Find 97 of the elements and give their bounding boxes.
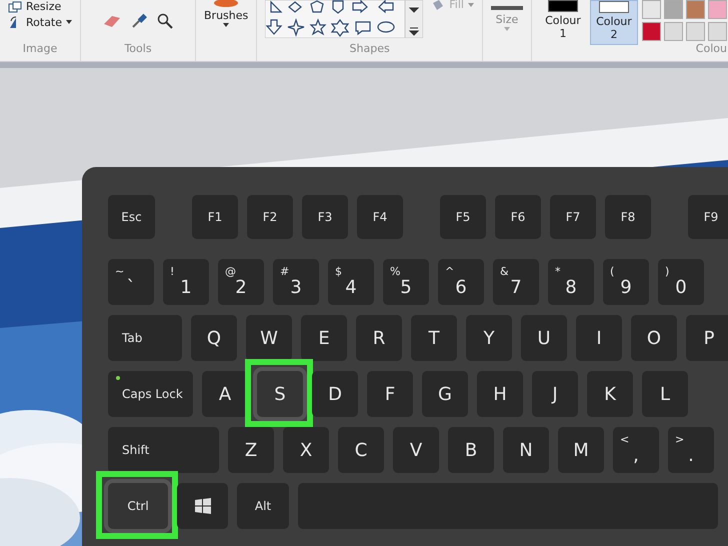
shapes-gallery[interactable] (265, 0, 424, 38)
shift-symbol: & (500, 266, 509, 278)
keyboard-key: T (411, 315, 457, 361)
keyboard-key: V (393, 427, 439, 473)
keyboard-key: A (202, 371, 248, 417)
keyboard-key: F1 (192, 195, 238, 239)
colour-swatch[interactable] (708, 22, 727, 41)
key-label: 7 (510, 278, 522, 298)
keyboard-key: J (532, 371, 578, 417)
keyboard-key: N (503, 427, 549, 473)
indicator-light-icon (116, 376, 120, 380)
keyboard-key: F9 (688, 195, 728, 239)
key-label: , (633, 446, 639, 466)
colour-swatch[interactable] (642, 0, 661, 19)
keyboard-key: F8 (605, 195, 651, 239)
colour-swatch[interactable] (664, 22, 683, 41)
keyboard-key: F5 (440, 195, 486, 239)
shift-symbol: ~ (115, 266, 124, 278)
key-label: 8 (565, 278, 577, 298)
keyboard-key: F4 (357, 195, 403, 239)
keyboard-key: U (521, 315, 567, 361)
key-label: 9 (620, 278, 632, 298)
key-label: 0 (675, 278, 687, 298)
shift-symbol: ! (170, 266, 174, 278)
key-label: Alt (254, 499, 272, 513)
shift-symbol: ) (665, 266, 670, 278)
shift-symbol: ( (610, 266, 614, 278)
group-label: Colou (694, 42, 727, 57)
keyboard-key: W (246, 315, 292, 361)
key-label: 4 (345, 278, 357, 298)
keyboard-key: E (301, 315, 347, 361)
key-label: Caps Lock (122, 387, 183, 401)
keyboard-key: F3 (302, 195, 348, 239)
keyboard-key: D (312, 371, 358, 417)
keyboard-key: C (338, 427, 384, 473)
key-label: . (688, 446, 694, 466)
shift-symbol: @ (225, 266, 236, 278)
shift-symbol: $ (335, 266, 342, 278)
resize-icon (8, 0, 22, 12)
keyboard-key: B (448, 427, 494, 473)
keyboard-key: P (686, 315, 728, 361)
shift-symbol: # (280, 266, 290, 278)
key-label: 6 (455, 278, 467, 298)
keyboard-key: F (367, 371, 413, 417)
line-size-icon (490, 6, 523, 12)
keyboard-key: O (631, 315, 677, 361)
key-label: 3 (290, 278, 302, 298)
caret-icon (223, 23, 230, 27)
keyboard-key: F7 (550, 195, 596, 239)
colour-swatch[interactable] (686, 22, 705, 41)
eraser-icon[interactable] (103, 14, 122, 28)
keyboard-key: H (477, 371, 523, 417)
windows-logo-icon (194, 498, 210, 514)
colour-button[interactable]: Colour 1 (540, 0, 586, 43)
colour-button[interactable]: Colour 2 (590, 0, 638, 45)
keyboard-key: R (356, 315, 402, 361)
group-label: Shapes (348, 42, 391, 57)
color-picker-icon[interactable] (131, 13, 148, 29)
caret-icon (66, 20, 72, 24)
keyboard-key: Z (228, 427, 274, 473)
keyboard-key: I (576, 315, 622, 361)
resize-button[interactable]: Resize (8, 0, 62, 13)
key-label: Shift (122, 443, 150, 457)
brushes-button[interactable]: Brushes (204, 0, 248, 27)
shift-symbol: % (390, 266, 400, 278)
keyboard-key: F6 (495, 195, 541, 239)
caret-icon (504, 27, 510, 31)
colour-swatch[interactable] (664, 0, 683, 19)
group-label: Tools (123, 42, 153, 57)
colour-swatch[interactable] (642, 22, 661, 41)
caret-icon (468, 2, 474, 6)
keyboard-key: F2 (247, 195, 293, 239)
key-label: ` (126, 278, 136, 298)
keyboard-key: S (257, 371, 303, 417)
keyboard-key: Y (466, 315, 512, 361)
keyboard-key: K (587, 371, 633, 417)
keyboard-key: Q (191, 315, 237, 361)
keyboard-key: G (422, 371, 468, 417)
keyboard-key: L (642, 371, 688, 417)
key-label: 2 (235, 278, 247, 298)
shift-symbol: < (620, 434, 630, 446)
colour-swatch[interactable] (686, 0, 705, 19)
key-label: Esc (121, 210, 142, 224)
shift-symbol: * (555, 266, 560, 278)
bucket-icon (431, 0, 446, 10)
key-label: 5 (400, 278, 412, 298)
magnifier-icon[interactable] (157, 13, 174, 29)
keyboard-key: M (558, 427, 604, 473)
rotate-button[interactable]: Rotate (8, 15, 72, 29)
key-label: Tab (122, 331, 142, 345)
key-label: 1 (180, 278, 192, 298)
colour-swatch[interactable] (708, 0, 727, 19)
shift-symbol: > (675, 434, 684, 446)
shift-symbol: ^ (445, 266, 454, 278)
keyboard-key: X (283, 427, 329, 473)
key-label: Ctrl (127, 499, 149, 513)
group-label: Image (22, 42, 58, 57)
